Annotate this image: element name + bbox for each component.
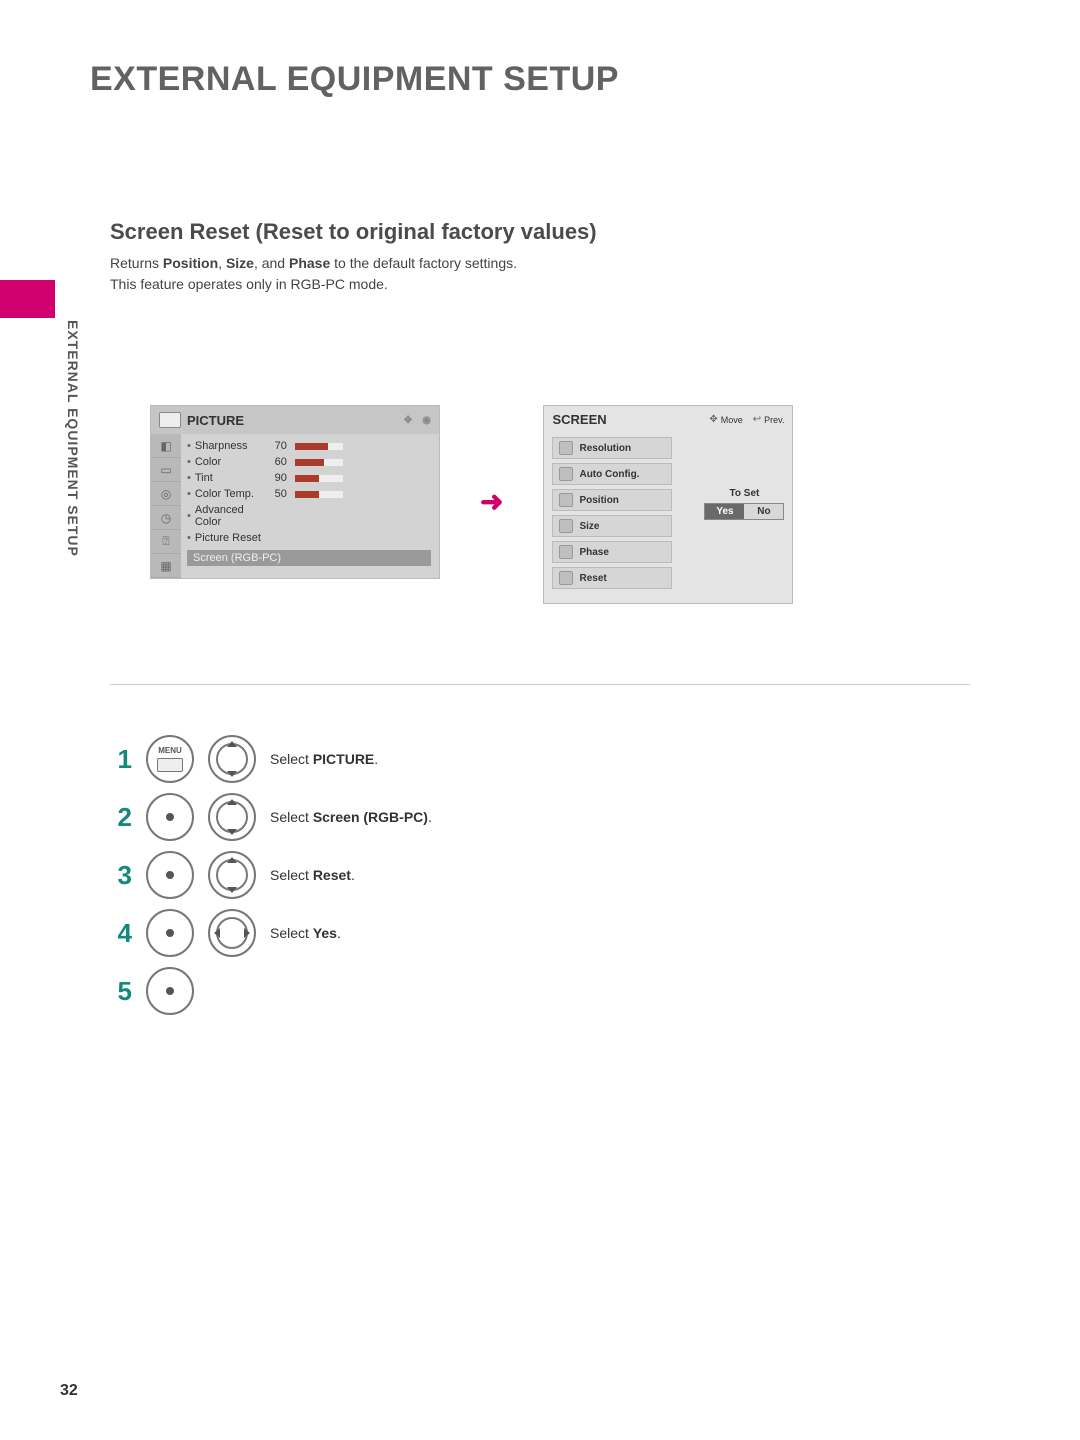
setting-row: •Color Temp. 50 <box>187 486 431 502</box>
menu-button-icon: MENU <box>146 735 194 783</box>
to-set-label: To Set <box>704 488 784 499</box>
enter-icon: ◉ <box>422 415 431 426</box>
step-number: 2 <box>110 802 132 833</box>
side-icon: ▦ <box>151 554 181 578</box>
side-icon: ⍰ <box>151 530 181 554</box>
screen-item: Resolution <box>552 437 672 459</box>
picture-panel-header: PICTURE ✥ ◉ <box>151 406 439 434</box>
screen-item: Auto Config. <box>552 463 672 485</box>
move-icon: ✥ <box>709 414 717 425</box>
yes-no-toggle: Yes No <box>704 503 784 520</box>
screen-item: Position <box>552 489 672 511</box>
step-text: Select Yes. <box>270 925 341 941</box>
item-icon <box>559 545 573 559</box>
enter-button-icon <box>146 793 194 841</box>
setting-row: •Tint 90 <box>187 470 431 486</box>
enter-button-icon <box>146 909 194 957</box>
setting-row: •Picture Reset <box>187 530 431 546</box>
setting-row: •Color 60 <box>187 454 431 470</box>
side-icon: ◧ <box>151 434 181 458</box>
step-text: Select PICTURE. <box>270 751 378 767</box>
side-icon: ◷ <box>151 506 181 530</box>
section-divider <box>110 684 970 685</box>
slider-bar <box>295 459 343 466</box>
up-down-button-icon <box>208 851 256 899</box>
step-number: 4 <box>110 918 132 949</box>
screen-item: Reset <box>552 567 672 589</box>
step-row: 1 MENU Select PICTURE. <box>110 735 1020 783</box>
step-row: 3 Select Reset. <box>110 851 1020 899</box>
side-icon: ◎ <box>151 482 181 506</box>
setting-row: •Sharpness 70 <box>187 438 431 454</box>
prev-icon: ↩ <box>753 414 761 425</box>
enter-button-icon <box>146 967 194 1015</box>
step-row: 4 Select Yes. <box>110 909 1020 957</box>
screen-item: Phase <box>552 541 672 563</box>
section-description: Returns Position, Size, and Phase to the… <box>110 253 1020 295</box>
step-number: 5 <box>110 976 132 1007</box>
item-icon <box>559 519 573 533</box>
item-icon <box>559 467 573 481</box>
yes-option: Yes <box>705 504 744 519</box>
item-icon <box>559 441 573 455</box>
steps-list: 1 MENU Select PICTURE. 2 Select Screen (RGB-… <box>110 735 1020 1015</box>
arrow-right-icon: ➜ <box>480 485 503 518</box>
section-title: Screen Reset (Reset to original factory … <box>110 219 1020 245</box>
side-tab-accent <box>0 280 55 318</box>
page-title: EXTERNAL EQUIPMENT SETUP <box>90 60 1020 99</box>
screen-menu-panel: SCREEN ✥ Move ↩ Prev. Resolution Auto Co… <box>543 405 793 604</box>
screen-item: Size <box>552 515 672 537</box>
step-row: 2 Select Screen (RGB-PC). <box>110 793 1020 841</box>
step-number: 1 <box>110 744 132 775</box>
up-down-button-icon <box>208 735 256 783</box>
step-text: Select Reset. <box>270 867 355 883</box>
slider-bar <box>295 443 343 450</box>
step-row: 5 <box>110 967 1020 1015</box>
screen-panel-header: SCREEN ✥ Move ↩ Prev. <box>544 406 792 433</box>
screen-rgb-pc-row: Screen (RGB-PC) <box>187 550 431 566</box>
picture-side-icons: ◧ ▭ ◎ ◷ ⍰ ▦ <box>151 434 181 578</box>
no-option: No <box>744 504 783 519</box>
slider-bar <box>295 491 343 498</box>
step-text: Select Screen (RGB-PC). <box>270 809 432 825</box>
left-right-button-icon <box>208 909 256 957</box>
monitor-icon <box>159 412 181 428</box>
up-down-button-icon <box>208 793 256 841</box>
item-icon <box>559 493 573 507</box>
item-icon <box>559 571 573 585</box>
page-number: 32 <box>60 1382 78 1400</box>
side-vertical-label: EXTERNAL EQUIPMENT SETUP <box>65 320 81 557</box>
side-icon: ▭ <box>151 458 181 482</box>
move-icon: ✥ <box>404 415 412 426</box>
slider-bar <box>295 475 343 482</box>
step-number: 3 <box>110 860 132 891</box>
setting-row: •Advanced Color <box>187 502 431 530</box>
enter-button-icon <box>146 851 194 899</box>
picture-menu-panel: PICTURE ✥ ◉ ◧ ▭ ◎ ◷ ⍰ ▦ •Sharpness <box>150 405 440 579</box>
picture-header-label: PICTURE <box>187 413 244 428</box>
